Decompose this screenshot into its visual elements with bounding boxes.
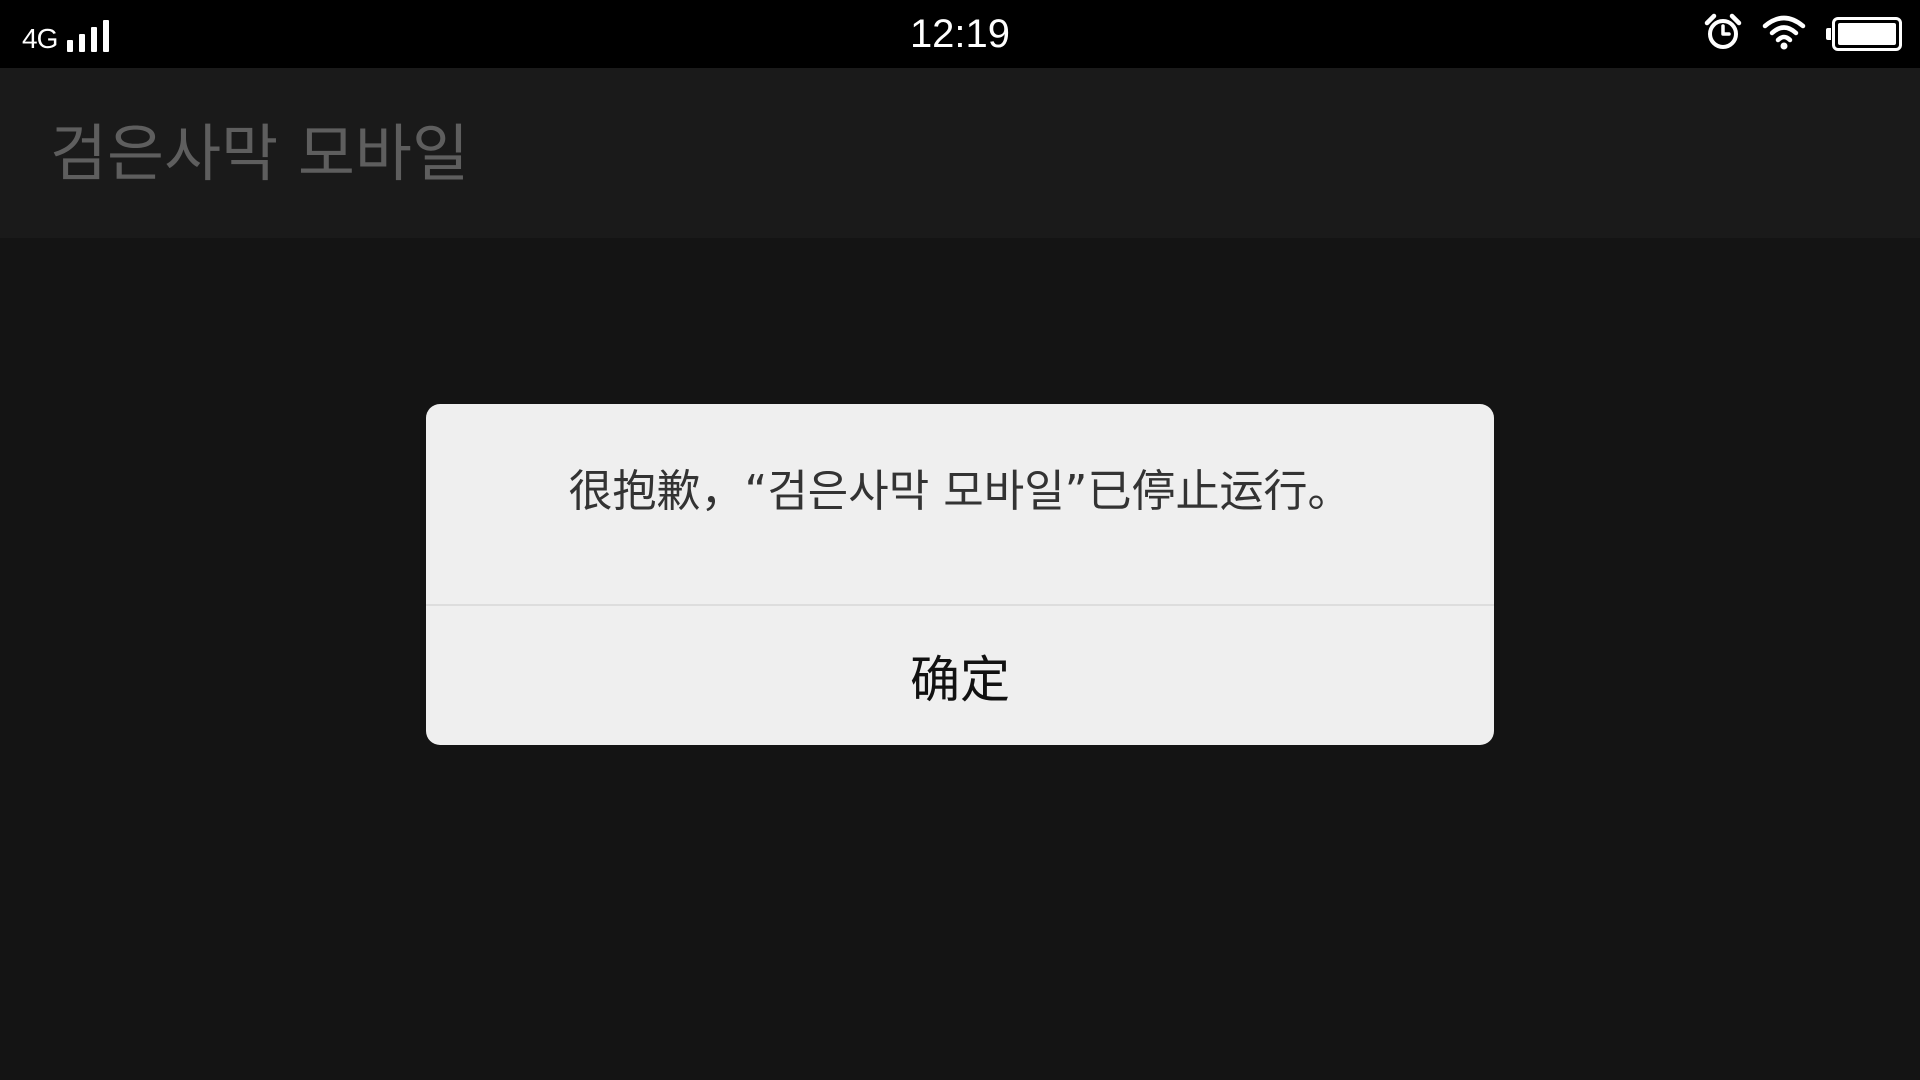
app-title: 검은사막 모바일 xyxy=(50,117,469,190)
dialog-message: 很抱歉，“검은사막 모바일”已停止运行。 xyxy=(568,466,1352,517)
ok-button[interactable]: 确定 xyxy=(426,606,1494,745)
battery-nub xyxy=(1826,28,1831,40)
battery-body xyxy=(1832,17,1902,51)
battery-icon xyxy=(1826,17,1902,51)
alarm-clock-icon xyxy=(1704,13,1742,55)
battery-fill xyxy=(1838,23,1896,45)
app-stopped-dialog: 很抱歉，“검은사막 모바일”已停止运行。 确定 xyxy=(426,404,1494,745)
status-right xyxy=(1704,13,1902,55)
screen: 4G 12:19 검은사막 모바일 很抱歉，“검은사막 모바일”已停止运行。 确… xyxy=(0,0,1920,1080)
wifi-icon xyxy=(1762,14,1806,54)
status-bar: 4G 12:19 xyxy=(0,0,1920,68)
app-action-bar: 검은사막 모바일 xyxy=(0,68,1920,238)
status-clock: 12:19 xyxy=(909,12,1011,56)
